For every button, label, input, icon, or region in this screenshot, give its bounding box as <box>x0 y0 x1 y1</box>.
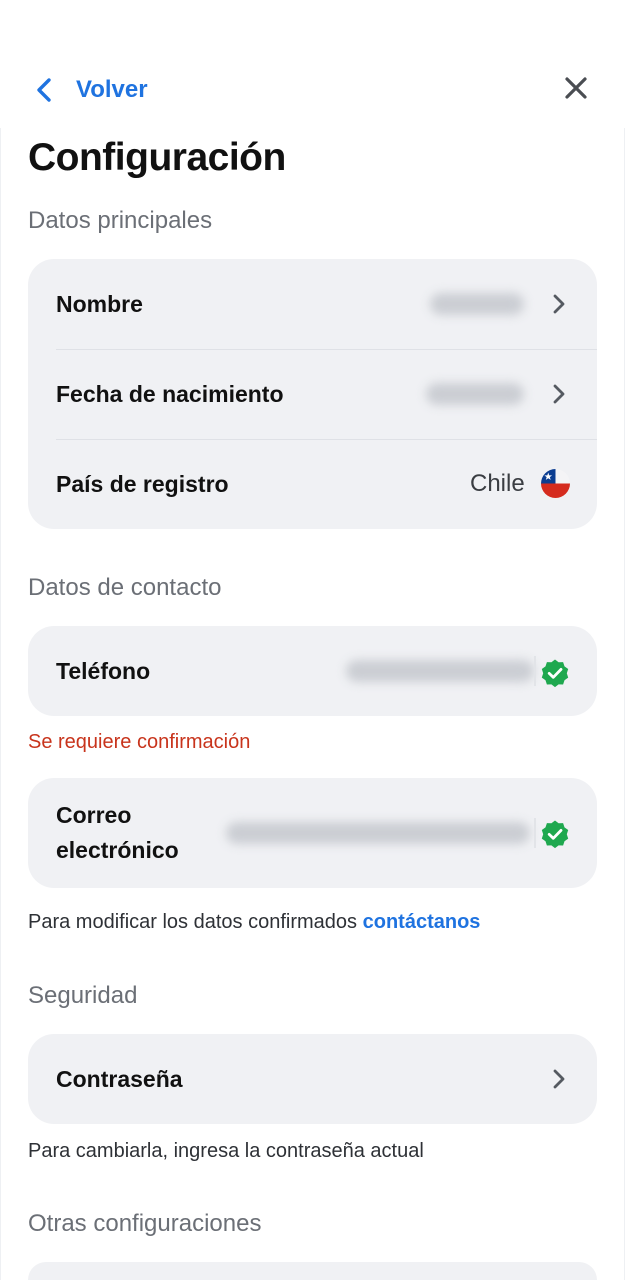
main-data-card: Nombre Fecha de nacimiento País de regis… <box>28 259 597 529</box>
chevron-right-icon <box>551 382 567 406</box>
top-bar: Volver <box>0 0 625 128</box>
birthdate-value-redacted <box>426 383 524 405</box>
phone-card: Teléfono <box>28 626 597 716</box>
phone-label: Teléfono <box>56 657 151 684</box>
field-edge <box>534 818 536 848</box>
country-label: País de registro <box>56 470 229 497</box>
phone-value-redacted <box>346 660 534 682</box>
chile-flag-icon <box>541 469 570 498</box>
section-title-contact: Datos de contacto <box>28 574 222 601</box>
chevron-left-icon <box>36 77 58 103</box>
email-label: Correo electrónico <box>56 798 179 868</box>
section-title-security: Seguridad <box>28 982 138 1009</box>
chevron-right-icon <box>551 292 567 316</box>
email-label-line1: Correo <box>56 802 132 828</box>
security-card: Contraseña <box>28 1034 597 1124</box>
birthdate-label: Fecha de nacimiento <box>56 380 284 407</box>
chevron-right-icon <box>551 1067 567 1091</box>
phone-confirmation-warning: Se requiere confirmación <box>28 731 251 753</box>
field-edge <box>534 656 536 686</box>
phone-row[interactable]: Teléfono <box>28 626 597 716</box>
note-text: Para modificar los datos confirmados <box>28 911 358 933</box>
close-button[interactable] <box>560 74 592 106</box>
confirmed-data-note: Para modificar los datos confirmados con… <box>28 911 480 934</box>
email-row[interactable]: Correo electrónico <box>28 778 597 888</box>
birthdate-row[interactable]: Fecha de nacimiento <box>28 349 597 439</box>
section-title-other: Otras configuraciones <box>28 1210 262 1237</box>
other-settings-card <box>28 1262 597 1280</box>
contact-us-link[interactable]: contáctanos <box>363 911 481 933</box>
verified-badge-icon <box>540 819 570 849</box>
page-title: Configuración <box>28 136 286 179</box>
password-note: Para cambiarla, ingresa la contraseña ac… <box>28 1140 424 1162</box>
back-label: Volver <box>76 76 148 103</box>
password-row[interactable]: Contraseña <box>28 1034 597 1124</box>
name-label: Nombre <box>56 290 143 317</box>
email-value-redacted <box>226 822 530 844</box>
name-value-redacted <box>430 293 524 315</box>
close-icon <box>564 76 588 105</box>
email-label-line2: electrónico <box>56 837 179 863</box>
email-card: Correo electrónico <box>28 778 597 888</box>
country-value: Chile <box>470 470 525 497</box>
verified-badge-icon <box>540 658 570 688</box>
password-label: Contraseña <box>56 1065 183 1092</box>
name-row[interactable]: Nombre <box>28 259 597 349</box>
country-row: País de registro Chile <box>28 439 597 529</box>
section-title-main: Datos principales <box>28 207 213 234</box>
back-button[interactable]: Volver <box>36 72 148 108</box>
settings-screen: Volver Configuración Datos principales N… <box>0 0 625 1280</box>
